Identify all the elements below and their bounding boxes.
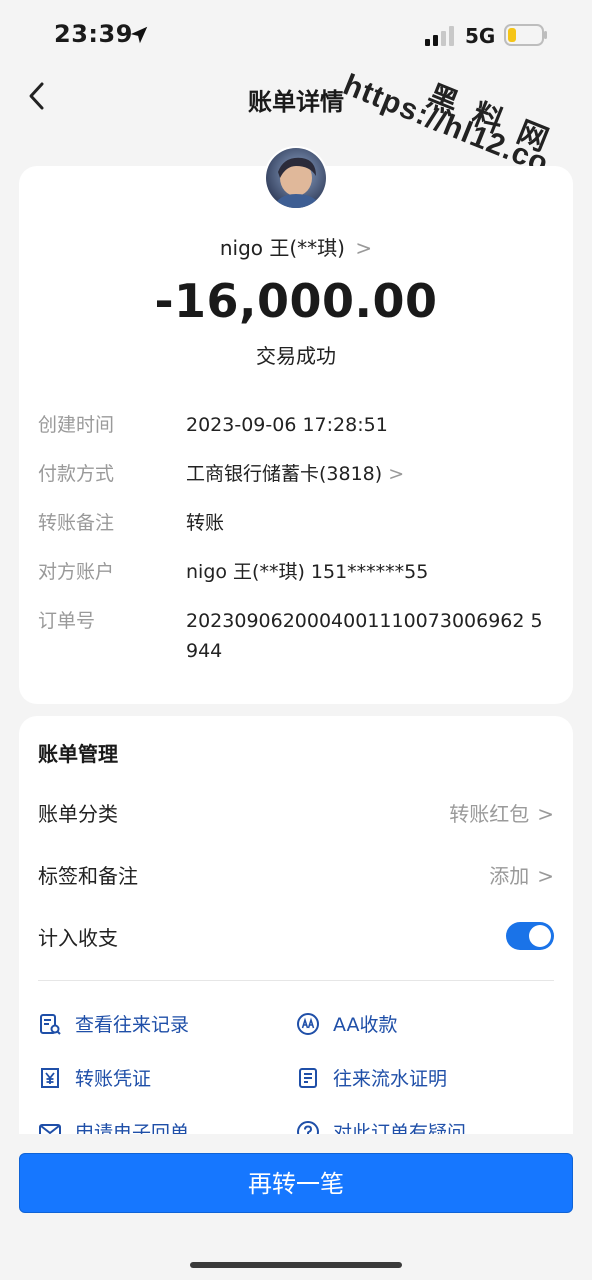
battery-icon [504, 24, 547, 46]
row-value: 添加 > [489, 864, 554, 888]
payee-name: nigo 王(**琪) [219, 236, 345, 260]
bill-category-row[interactable]: 账单分类 转账红包 > [38, 798, 554, 832]
action-label: 转账凭证 [75, 1068, 152, 1090]
status-bar: 23:39 5G [0, 0, 592, 70]
detail-value: nigo 王(**琪) 151******55 [186, 561, 429, 583]
payee-link[interactable]: nigo 王(**琪) > [19, 232, 573, 261]
location-arrow-icon [130, 26, 148, 44]
detail-value: 2023090620004001110073006962 5944 [186, 610, 543, 662]
record-search-icon [40, 1014, 61, 1035]
statement-icon [299, 1068, 317, 1088]
view-records-button[interactable]: 查看往来记录 [38, 1010, 278, 1040]
aa-collect-icon [297, 1013, 319, 1035]
network-type: 5G [465, 24, 496, 48]
page-title: 账单详情 [248, 88, 344, 116]
action-label: 查看往来记录 [75, 1014, 190, 1036]
cellular-signal-icon [425, 26, 454, 46]
row-label: 标签和备注 [38, 864, 138, 888]
detail-key: 订单号 [38, 610, 96, 632]
chevron-right-icon: > [537, 864, 554, 888]
row-label: 计入收支 [38, 926, 118, 950]
aa-collect-button[interactable]: AA收款 [296, 1010, 536, 1040]
detail-key: 付款方式 [38, 463, 115, 485]
count-in-budget-toggle[interactable] [506, 922, 554, 950]
transaction-status: 交易成功 [256, 344, 336, 368]
action-label: AA收款 [333, 1014, 398, 1036]
count-in-budget-row: 计入收支 [38, 922, 554, 956]
chevron-right-icon: > [537, 802, 554, 826]
detail-key: 创建时间 [38, 414, 115, 436]
avatar[interactable] [264, 146, 328, 210]
status-time: 23:39 [54, 20, 133, 48]
yuan-voucher-icon [41, 1068, 59, 1088]
row-value: 转账红包 > [449, 802, 554, 826]
section-title: 账单管理 [38, 742, 118, 766]
transfer-voucher-button[interactable]: 转账凭证 [38, 1064, 278, 1094]
nav-bar: 账单详情 [0, 70, 592, 124]
bill-management-card: 账单管理 账单分类 转账红包 > 标签和备注 添加 > 计入收支 查看往来记录 AA… [19, 716, 573, 1156]
chevron-right-icon: > [388, 463, 405, 485]
detail-value: 2023-09-06 17:28:51 [186, 414, 388, 436]
statement-proof-button[interactable]: 往来流水证明 [296, 1064, 536, 1094]
divider [38, 980, 554, 981]
row-label: 账单分类 [38, 802, 118, 826]
transfer-again-button[interactable]: 再转一笔 [19, 1153, 573, 1213]
transaction-card: nigo 王(**琪) > -16,000.00 交易成功 创建时间 2023-… [19, 166, 573, 704]
action-label: 往来流水证明 [333, 1068, 448, 1090]
chevron-right-icon: > [355, 236, 373, 260]
detail-value: 转账 [186, 512, 225, 534]
detail-key: 对方账户 [38, 561, 115, 583]
home-indicator [190, 1262, 402, 1268]
detail-value: 工商银行储蓄卡(3818) > [186, 463, 405, 485]
detail-key: 转账备注 [38, 512, 115, 534]
tags-notes-row[interactable]: 标签和备注 添加 > [38, 860, 554, 894]
toggle-knob [529, 925, 551, 947]
transaction-amount: -16,000.00 [154, 274, 438, 328]
